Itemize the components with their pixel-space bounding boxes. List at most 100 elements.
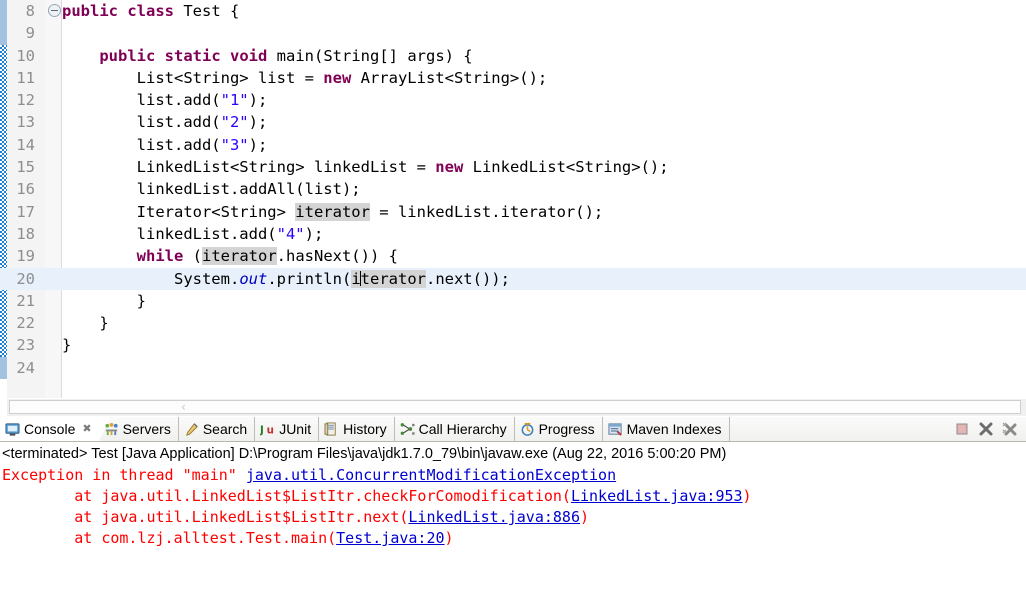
tab-label: JUnit — [279, 421, 312, 437]
code-line[interactable]: 10 public static void main(String[] args… — [0, 45, 1026, 67]
code-token: LinkedList<String> linkedList = — [62, 158, 436, 177]
code-line-text: list.add("3"); — [62, 134, 268, 156]
occurrence-highlight: iterator — [202, 247, 277, 266]
code-line-background — [0, 357, 1026, 379]
tab-progress[interactable]: Progress — [515, 417, 603, 441]
code-line[interactable]: 14 list.add("3"); — [0, 134, 1026, 156]
stack-trace-link[interactable]: java.util.ConcurrentModificationExceptio… — [246, 466, 616, 484]
code-line[interactable]: 18 linkedList.add("4"); — [0, 223, 1026, 245]
code-token: "4" — [276, 224, 305, 243]
launch-header-line: <terminated> Test [Java Application] D:\… — [2, 446, 727, 462]
code-token: Iterator<String> — [62, 202, 296, 221]
code-token: linkedList.addAll(list); — [62, 180, 361, 199]
code-token: static — [164, 46, 221, 65]
code-line[interactable]: 19 while (iterator.hasNext()) { — [0, 245, 1026, 267]
code-token: main(String[] args) { — [267, 46, 473, 65]
tab-history[interactable]: History — [319, 417, 395, 441]
code-line[interactable]: 11 List<String> list = new ArrayList<Str… — [0, 67, 1026, 89]
code-token: = linkedList.iterator(); — [369, 202, 604, 221]
code-line-text: public static void main(String[] args) { — [62, 45, 473, 67]
remove-button[interactable] — [978, 421, 994, 437]
search-icon — [184, 422, 199, 437]
stack-trace-link[interactable]: LinkedList.java:886 — [408, 508, 580, 526]
code-token: new — [323, 68, 352, 87]
scroll-left-chevron-icon[interactable]: ‹ — [181, 401, 186, 413]
code-line-background — [0, 22, 1026, 44]
code-line-text: list.add("1"); — [62, 89, 268, 111]
svg-text:u: u — [267, 424, 274, 436]
tab-label: Search — [202, 421, 248, 437]
code-token: list.add( — [62, 91, 221, 110]
servers-icon — [104, 422, 119, 437]
eclipse-ide-window: 8 public class Test {9 10 public static vo… — [0, 0, 1026, 598]
code-token: "3" — [220, 135, 249, 154]
close-icon[interactable]: ✖ — [82, 417, 91, 441]
console-view: Console ✖ Servers Search Ju JUnit History Call … — [0, 417, 1026, 598]
terminate-button[interactable] — [954, 421, 970, 437]
code-token: public — [62, 2, 118, 20]
code-token: ( — [183, 247, 202, 266]
stack-trace-text: at java.util.LinkedList$ListItr.checkFor… — [2, 487, 571, 505]
code-token: System. — [62, 269, 240, 288]
console-tab-bar[interactable]: Console ✖ Servers Search Ju JUnit History Call … — [0, 417, 1026, 442]
code-token: ); — [248, 91, 268, 110]
code-line-background — [0, 312, 1026, 334]
code-line[interactable]: 9 — [0, 22, 1026, 44]
fold-collapse-icon[interactable] — [48, 4, 61, 17]
tab-call-hierarchy[interactable]: Call Hierarchy — [395, 417, 515, 441]
tab-maven-indexes[interactable]: Maven Indexes — [603, 417, 730, 441]
console-output-line: at java.util.LinkedList$ListItr.next(Lin… — [2, 507, 1026, 528]
stack-trace-text: Exception in thread "main" — [2, 466, 246, 484]
code-lines-container[interactable]: 8 public class Test {9 10 public static vo… — [0, 0, 1026, 379]
tab-servers[interactable]: Servers — [99, 417, 179, 441]
code-line[interactable]: 15 LinkedList<String> linkedList = new L… — [0, 156, 1026, 178]
code-line[interactable]: 8 public class Test { — [0, 0, 1026, 22]
svg-text:J: J — [260, 424, 264, 436]
line-number: 12 — [16, 91, 35, 110]
code-line[interactable]: 24 — [0, 357, 1026, 379]
stack-trace-text: ) — [742, 487, 752, 505]
line-number: 23 — [16, 336, 35, 355]
java-source-editor[interactable]: 8 public class Test {9 10 public static vo… — [0, 0, 1026, 398]
tab-label: Maven Indexes — [626, 421, 722, 437]
code-line-text: while (iterator.hasNext()) { — [62, 245, 398, 267]
code-token: out — [239, 269, 268, 288]
junit-icon: Ju — [259, 422, 275, 437]
stack-trace-text: ) — [579, 508, 590, 526]
code-line-text: } — [62, 312, 109, 334]
console-view-toolbar[interactable] — [954, 417, 1024, 441]
code-token: LinkedList<String>(); — [463, 158, 669, 177]
tab-label: History — [343, 421, 387, 437]
code-line[interactable]: 12 list.add("1"); — [0, 89, 1026, 111]
code-token: } — [62, 336, 72, 355]
tab-console[interactable]: Console ✖ — [0, 417, 110, 441]
line-number: 10 — [16, 46, 35, 65]
code-line-text: linkedList.addAll(list); — [62, 178, 361, 200]
stack-trace-link[interactable]: Test.java:20 — [336, 529, 444, 547]
editor-scrollbar-thumb[interactable] — [9, 400, 1021, 414]
tab-junit[interactable]: Ju JUnit — [255, 417, 320, 441]
code-line[interactable]: 13 list.add("2"); — [0, 111, 1026, 133]
code-token: public — [99, 46, 156, 65]
code-line[interactable]: 20 System.out.println(iterator.next()); — [0, 267, 1026, 290]
code-token: Test { — [174, 2, 240, 20]
code-token: } — [62, 314, 109, 333]
code-line[interactable]: 23} — [0, 334, 1026, 356]
code-line-text: linkedList.add("4"); — [62, 223, 324, 245]
code-line-background — [0, 334, 1026, 356]
code-line[interactable]: 22 } — [0, 312, 1026, 334]
editor-horizontal-scrollbar[interactable]: ‹ — [7, 398, 1026, 416]
line-number: 21 — [16, 291, 35, 310]
console-output-area[interactable]: <terminated> Test [Java Application] D:\… — [0, 442, 1026, 598]
code-line[interactable]: 21 } — [0, 290, 1026, 312]
stack-trace-text: ) — [444, 529, 454, 547]
stack-trace-link[interactable]: LinkedList.java:953 — [571, 487, 743, 505]
code-line[interactable]: 17 Iterator<String> iterator = linkedLis… — [0, 201, 1026, 223]
tab-search[interactable]: Search — [179, 417, 256, 441]
tab-label: Progress — [538, 421, 595, 437]
code-line-text: Iterator<String> iterator = linkedList.i… — [62, 201, 603, 223]
remove-all-button[interactable] — [1002, 421, 1018, 437]
code-line[interactable]: 16 linkedList.addAll(list); — [0, 178, 1026, 200]
line-number: 13 — [16, 113, 35, 132]
